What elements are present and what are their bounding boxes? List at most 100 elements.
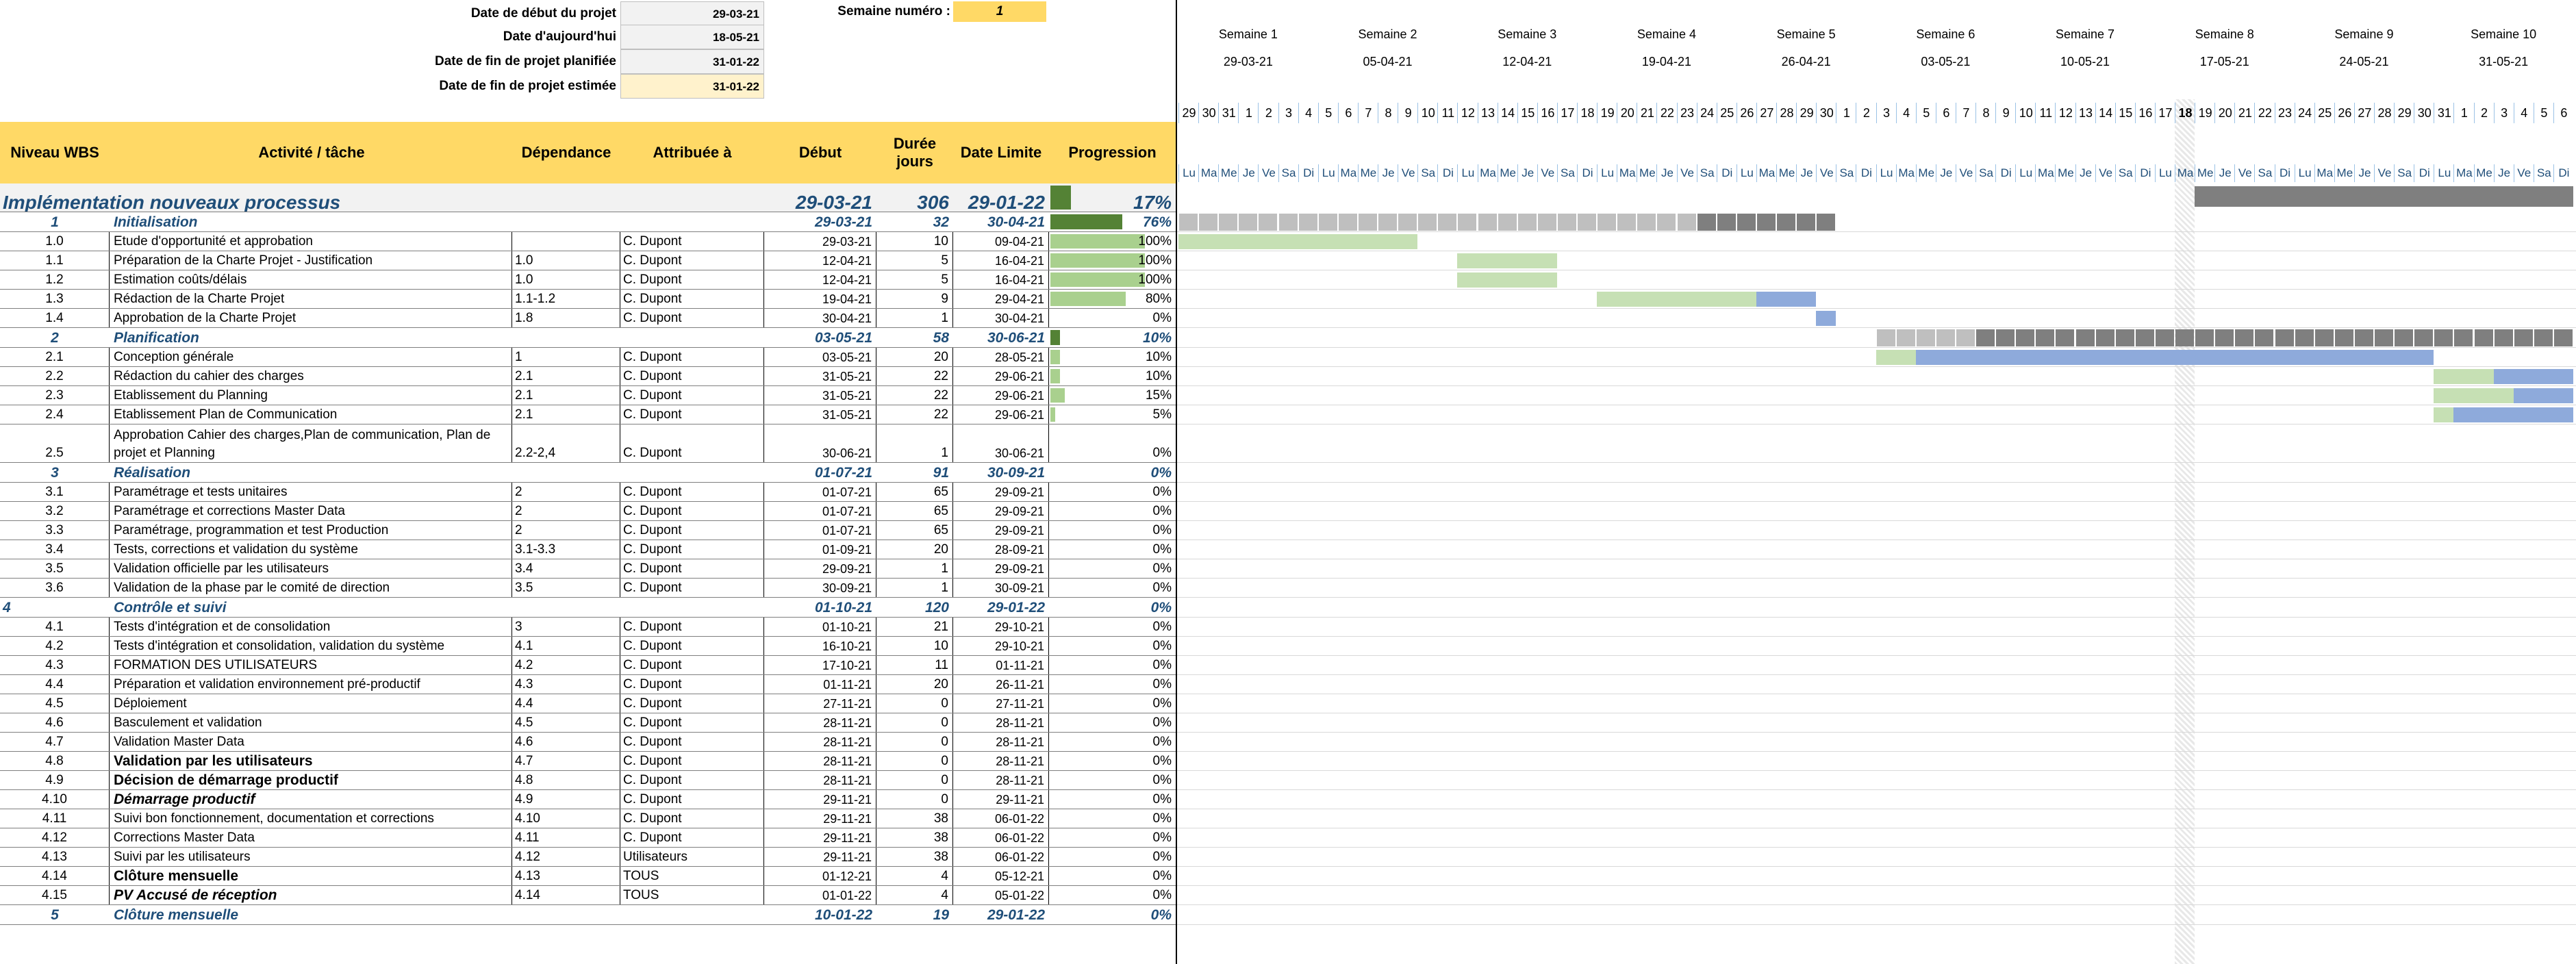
task-row[interactable]: 4.3 FORMATION DES UTILISATEURS 4.2 C. Dupon… <box>0 656 1176 675</box>
dependance-cell: 3.1-3.3 <box>512 540 620 559</box>
phase-row[interactable]: 2 Planification 03-05-21 58 30-06-21 10% <box>0 328 1176 348</box>
duration-cell: 22 <box>876 405 953 424</box>
task-cell: Clôture mensuelle <box>111 867 512 885</box>
progress-text: 0% <box>1152 504 1172 518</box>
assigned-cell <box>620 905 764 924</box>
task-cell: FORMATION DES UTILISATEURS <box>111 656 512 674</box>
task-row[interactable]: 3.3 Paramétrage, programmation et test Pr… <box>0 521 1176 540</box>
task-row[interactable]: 4.14 Clôture mensuelle 4.13 TOUS 01-12-21 4 05… <box>0 867 1176 886</box>
task-row[interactable]: 4.13 Suivi par les utilisateurs 4.12 Utilis… <box>0 848 1176 867</box>
task-row[interactable]: 4.4 Préparation et validation environneme… <box>0 675 1176 694</box>
header-wbs: Niveau WBS <box>10 144 99 161</box>
day-number: 6 <box>1337 103 1359 123</box>
info-value[interactable]: 31-01-22 <box>620 49 764 74</box>
task-row[interactable]: 4.8 Validation par les utilisateurs 4.7 C. … <box>0 752 1176 771</box>
deadline-cell: 30-06-21 <box>953 424 1049 462</box>
task-row[interactable]: 2.1 Conception générale 1 C. Dupont 03-05-21… <box>0 348 1176 367</box>
day-number: 7 <box>1955 103 1976 123</box>
deadline-cell: 27-11-21 <box>953 694 1049 713</box>
phase-row[interactable]: 3 Réalisation 01-07-21 91 30-09-21 0% <box>0 463 1176 483</box>
task-row[interactable]: 2.5 Approbation Cahier des charges,Plan d… <box>0 424 1176 463</box>
progress-text: 0% <box>1152 311 1172 325</box>
task-row[interactable]: 2.2 Rédaction du cahier des charges 2.1 C. … <box>0 367 1176 386</box>
day-number: 30 <box>1816 103 1836 123</box>
task-row[interactable]: 1.3 Rédaction de la Charte Projet 1.1-1.2 C… <box>0 290 1176 309</box>
week-label: Semaine 6 <box>1916 27 1975 41</box>
task-cell: Réalisation <box>114 465 191 481</box>
task-row[interactable]: 4.2 Tests d'intégration et consolidation,… <box>0 637 1176 656</box>
task-row[interactable]: 4.9 Décision de démarrage productif 4.8 C. … <box>0 771 1176 790</box>
assigned-cell <box>620 463 764 482</box>
task-row[interactable]: 2.4 Etablissement Plan de Communication 2.… <box>0 405 1176 424</box>
progress-text: 0% <box>1152 869 1172 883</box>
deadline-cell: 29-04-21 <box>953 290 1049 308</box>
task-row[interactable]: 1.2 Estimation coûts/délais 1.0 C. Dupont 12… <box>0 270 1176 290</box>
dependance-cell: 4.1 <box>512 637 620 655</box>
task-row[interactable]: 1.1 Préparation de la Charte Projet - Jus… <box>0 251 1176 270</box>
phase-row[interactable]: 1 Initialisation 29-03-21 32 30-04-21 76% <box>0 212 1176 232</box>
task-row[interactable]: 3.2 Paramétrage et corrections Master Dat… <box>0 502 1176 521</box>
task-row[interactable]: 4.7 Validation Master Data 4.6 C. Dupont 28-… <box>0 733 1176 752</box>
info-value[interactable]: 29-03-21 <box>620 1 764 26</box>
dependance-cell: 4.4 <box>512 694 620 713</box>
day-name: Ma <box>2175 164 2195 182</box>
info-value[interactable]: 31-01-22 <box>620 74 764 99</box>
gantt-row-line <box>1177 770 2576 771</box>
info-value[interactable]: 18-05-21 <box>620 25 764 49</box>
task-row[interactable]: 3.5 Validation officielle par les utilisa… <box>0 559 1176 579</box>
duration-cell: 0 <box>876 752 953 770</box>
phase-bar-cell <box>1976 329 1995 346</box>
week-number-input[interactable]: 1 <box>953 1 1046 22</box>
day-name: Lu <box>1876 164 1897 182</box>
task-row[interactable]: 4.10 Démarrage productif 4.9 C. Dupont 29-11… <box>0 790 1176 809</box>
dependance-cell <box>512 232 620 251</box>
duration-cell: 38 <box>876 848 953 866</box>
day-name: Me <box>1357 164 1378 182</box>
day-number: 17 <box>2154 103 2175 123</box>
day-name: Me <box>2055 164 2075 182</box>
day-number: 30 <box>2414 103 2434 123</box>
phase-row[interactable]: 5 Clôture mensuelle 10-01-22 19 29-01-22 0% <box>0 905 1176 925</box>
phase-bar-cell <box>2056 329 2075 346</box>
progress-cell: 10% <box>1049 328 1176 347</box>
task-row[interactable]: 3.6 Validation de la phase par le comité … <box>0 579 1176 598</box>
start-cell: 12-04-21 <box>764 270 876 289</box>
day-number: 24 <box>2294 103 2315 123</box>
task-row[interactable]: 1.4 Approbation de la Charte Projet 1.8 C. … <box>0 309 1176 328</box>
duration-cell: 1 <box>876 424 953 462</box>
day-number: 11 <box>1437 103 1458 123</box>
assigned-cell: TOUS <box>620 886 764 904</box>
task-row[interactable]: 4.1 Tests d'intégration et de consolidati… <box>0 618 1176 637</box>
assigned-cell: C. Dupont <box>620 386 764 405</box>
progress-cell: 76% <box>1049 212 1176 231</box>
wbs-cell: 3.5 <box>0 559 110 578</box>
task-cell: Contrôle et suivi <box>114 600 227 616</box>
wbs-cell: 2.3 <box>0 386 110 405</box>
task-row[interactable]: 3.4 Tests, corrections et validation du s… <box>0 540 1176 559</box>
day-number: 25 <box>1716 103 1737 123</box>
day-number: 19 <box>1597 103 1617 123</box>
progress-cell: 0% <box>1049 656 1176 674</box>
day-number: 7 <box>1357 103 1378 123</box>
task-row[interactable]: 2.3 Etablissement du Planning 2.1 C. Dupont… <box>0 386 1176 405</box>
phase-bar-cell <box>2155 329 2174 346</box>
task-cell: Etablissement Plan de Communication <box>111 405 512 424</box>
dependance-cell <box>512 212 620 231</box>
day-number: 3 <box>1278 103 1299 123</box>
task-row[interactable]: 4.5 Déploiement 4.4 C. Dupont 27-11-21 0 27-11… <box>0 694 1176 713</box>
gantt-bar-remaining <box>2453 407 2573 422</box>
day-number: 2 <box>2473 103 2495 123</box>
progress-text: 0% <box>1152 754 1172 768</box>
deadline-cell: 28-11-21 <box>953 771 1049 789</box>
progress-text: 0% <box>1152 620 1172 634</box>
project-summary-row[interactable]: Implémentation nouveaux processus 29-03-… <box>0 183 1176 212</box>
task-row[interactable]: 4.15 PV Accusé de réception 4.14 TOUS 01-01-… <box>0 886 1176 905</box>
task-row[interactable]: 3.1 Paramétrage et tests unitaires 2 C. Dup… <box>0 483 1176 502</box>
task-cell: Tests d'intégration et de consolidation <box>111 618 512 636</box>
phase-row[interactable]: 4 Contrôle et suivi 01-10-21 120 29-01-22 0% <box>0 598 1176 618</box>
wbs-cell: 3.6 <box>0 579 110 597</box>
task-row[interactable]: 4.12 Corrections Master Data 4.11 C. Dupont… <box>0 828 1176 848</box>
task-row[interactable]: 4.6 Basculement et validation 4.5 C. Dupont… <box>0 713 1176 733</box>
task-row[interactable]: 4.11 Suivi bon fonctionnement, documentat… <box>0 809 1176 828</box>
task-row[interactable]: 1.0 Etude d'opportunité et approbation C. … <box>0 232 1176 251</box>
